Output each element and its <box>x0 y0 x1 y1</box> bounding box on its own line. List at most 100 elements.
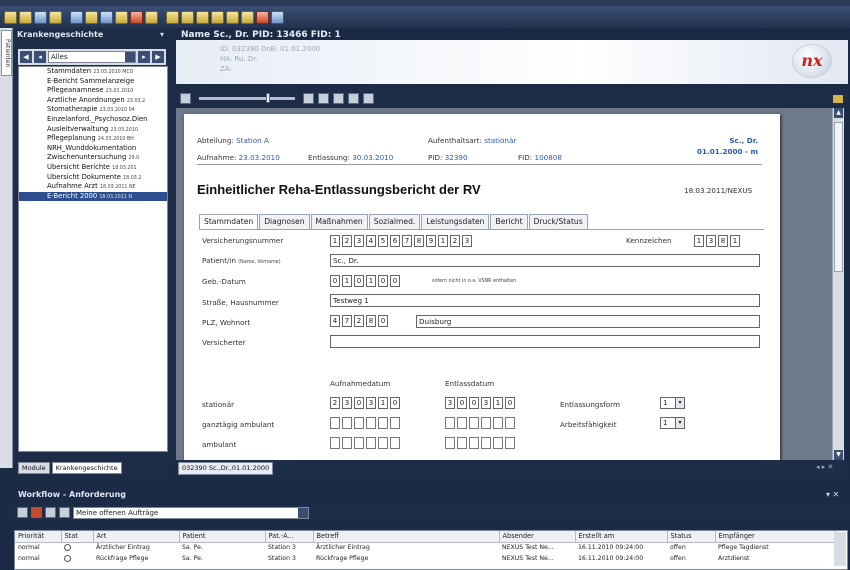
folder-icon[interactable] <box>833 95 843 103</box>
ganztaegig-aufnahme-boxes[interactable] <box>330 417 400 429</box>
digit-box[interactable] <box>457 417 467 429</box>
scrollbar-thumb[interactable] <box>834 122 843 272</box>
next-icon[interactable]: ▸ <box>138 51 150 63</box>
digit-box[interactable] <box>378 417 388 429</box>
digit-box[interactable] <box>505 417 515 429</box>
tab-patienten[interactable]: Patienten <box>1 30 12 76</box>
digit-box[interactable]: 3 <box>706 235 716 247</box>
toolbar-icon-3[interactable] <box>34 10 47 24</box>
document-scrollbar[interactable]: ▲ ▼ <box>832 108 844 460</box>
digit-box[interactable]: 0 <box>378 315 388 327</box>
scroll-up-icon[interactable]: ▲ <box>834 108 843 118</box>
tab-druck-status[interactable]: Druck/Status <box>528 214 588 229</box>
toolbar-icon-7[interactable] <box>100 10 113 24</box>
digit-box[interactable]: 3 <box>366 397 376 409</box>
digit-box[interactable] <box>469 437 479 449</box>
digit-box[interactable]: 7 <box>342 315 352 327</box>
toolbar-icon-9[interactable] <box>130 10 143 24</box>
versicherter-field[interactable] <box>330 335 760 348</box>
toolbar-icon-18[interactable] <box>271 10 284 24</box>
tab-module[interactable]: Module <box>18 462 50 474</box>
digit-box[interactable] <box>366 417 376 429</box>
status-radio-icon[interactable] <box>64 544 71 551</box>
wohnort-field[interactable]: Duisburg <box>416 315 760 328</box>
digit-box[interactable] <box>390 417 400 429</box>
digit-box[interactable] <box>330 417 340 429</box>
history-list-item[interactable]: Zwischenuntersuchung 29.0 <box>19 153 167 163</box>
digit-box[interactable]: 4 <box>330 315 340 327</box>
digit-box[interactable]: 2 <box>342 235 352 247</box>
digit-box[interactable]: 1 <box>694 235 704 247</box>
versicherungsnummer-boxes[interactable]: 123456789123 <box>330 235 472 247</box>
digit-box[interactable] <box>378 437 388 449</box>
history-list-item[interactable]: E-Bericht Sammelanzeige <box>19 77 167 87</box>
digit-box[interactable]: 8 <box>414 235 424 247</box>
digit-box[interactable]: 6 <box>390 235 400 247</box>
page-width-icon[interactable] <box>348 92 359 104</box>
digit-box[interactable]: 1 <box>378 397 388 409</box>
zoom-out-icon[interactable] <box>180 92 191 104</box>
tab-bericht[interactable]: Bericht <box>490 214 528 229</box>
digit-box[interactable]: 0 <box>390 397 400 409</box>
toolbar-icon-6[interactable] <box>85 10 98 24</box>
toolbar-icon-2[interactable] <box>19 10 32 24</box>
digit-box[interactable] <box>366 437 376 449</box>
toolbar-icon-15[interactable] <box>226 10 239 24</box>
digit-box[interactable] <box>493 437 503 449</box>
digit-box[interactable]: 8 <box>718 235 728 247</box>
history-list-item[interactable]: Aufnahme Arzt 18.03.2011 NE <box>19 182 167 192</box>
plz-boxes[interactable]: 47280 <box>330 315 388 327</box>
digit-box[interactable]: 7 <box>402 235 412 247</box>
column-header[interactable]: Absender <box>499 531 576 543</box>
digit-box[interactable]: 1 <box>330 235 340 247</box>
tab-leistungsdaten[interactable]: Leistungsdaten <box>421 214 490 229</box>
digit-box[interactable]: 4 <box>366 235 376 247</box>
toolbar-icon-4[interactable] <box>49 10 62 24</box>
history-filter-select[interactable]: Alles <box>48 51 136 63</box>
digit-box[interactable]: 0 <box>505 397 515 409</box>
refresh-icon[interactable] <box>17 507 28 518</box>
digit-box[interactable]: 9 <box>426 235 436 247</box>
workflow-filter-select[interactable]: Meine offenen Aufträge <box>73 506 309 519</box>
digit-box[interactable]: 3 <box>481 397 491 409</box>
toolbar-icon-10[interactable] <box>145 10 158 24</box>
digit-box[interactable]: 2 <box>330 397 340 409</box>
arbeitsfaehigkeit-select[interactable]: 1 ▾ <box>660 417 685 429</box>
digit-box[interactable]: 3 <box>445 397 455 409</box>
digit-box[interactable]: 0 <box>354 275 364 287</box>
chevron-down-icon[interactable]: ▾ <box>676 397 685 409</box>
history-list-item[interactable]: Übersicht Dokumente 18.03.2 <box>19 173 167 183</box>
pin-icon[interactable]: ▾ ✕ <box>826 490 839 499</box>
digit-box[interactable]: 5 <box>378 235 388 247</box>
column-header[interactable]: Stat <box>61 531 94 543</box>
digit-box[interactable] <box>354 437 364 449</box>
new-order-icon[interactable] <box>45 507 56 518</box>
column-header[interactable]: Pat.-A... <box>265 531 314 543</box>
digit-box[interactable] <box>481 417 491 429</box>
digit-box[interactable]: 3 <box>342 397 352 409</box>
history-list-item[interactable]: NRH_Wunddokumentation <box>19 144 167 154</box>
tab-sozialmed[interactable]: Sozialmed. <box>368 214 421 229</box>
digit-box[interactable] <box>445 417 455 429</box>
digit-box[interactable] <box>457 437 467 449</box>
entlass-date-boxes[interactable]: 300310 <box>445 397 515 409</box>
tab-stammdaten[interactable]: Stammdaten <box>199 214 259 229</box>
column-header[interactable]: Erstellt am <box>575 531 668 543</box>
digit-box[interactable]: 0 <box>469 397 479 409</box>
column-header[interactable]: Betreff <box>313 531 500 543</box>
column-header[interactable]: Art <box>93 531 180 543</box>
digit-box[interactable]: 3 <box>354 235 364 247</box>
zoom-slider[interactable] <box>199 92 295 103</box>
tab-maßnahmen[interactable]: Maßnahmen <box>310 214 368 229</box>
last-icon[interactable]: ▶ <box>152 51 164 63</box>
toolbar-icon-12[interactable] <box>181 10 194 24</box>
history-list-item[interactable]: Stammdaten 23.03.2010 MCO <box>19 67 167 77</box>
status-radio-icon[interactable] <box>64 554 71 562</box>
tab-diagnosen[interactable]: Diagnosen <box>259 214 310 229</box>
prev-icon[interactable]: ◂ <box>34 51 46 63</box>
aufnahme-date-boxes[interactable]: 230310 <box>330 397 400 409</box>
digit-box[interactable]: 2 <box>450 235 460 247</box>
digit-box[interactable]: 0 <box>330 275 340 287</box>
delete-icon[interactable] <box>31 507 42 518</box>
toolbar-icon-16[interactable] <box>241 10 254 24</box>
